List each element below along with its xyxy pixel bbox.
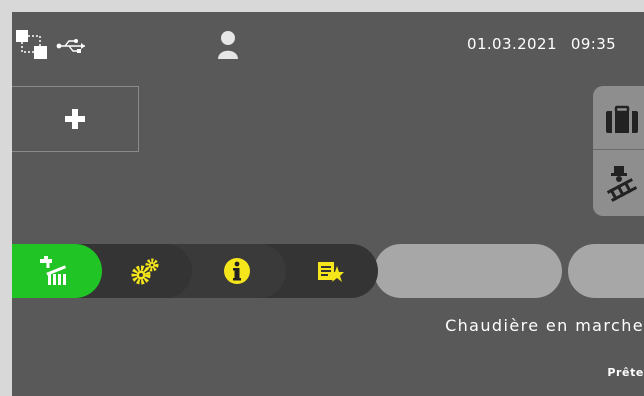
- chimney-sweep-icon: [606, 166, 638, 202]
- gears-icon: [131, 258, 159, 285]
- boiler-substatus: Prête: [607, 366, 644, 379]
- chimney-sweep-button[interactable]: [593, 151, 644, 215]
- status-pill-2: [568, 244, 644, 298]
- user-icon[interactable]: [217, 30, 239, 60]
- tab-heating[interactable]: [12, 244, 102, 298]
- quick-access-panel: [593, 86, 644, 216]
- info-icon: [224, 258, 250, 284]
- suitcase-icon: [606, 105, 638, 133]
- date-time: 01.03.2021 09:35: [467, 35, 616, 53]
- network-icon: [16, 30, 47, 59]
- time-label: 09:35: [570, 35, 617, 53]
- plus-icon: [65, 109, 85, 129]
- notes-star-icon: [318, 262, 344, 282]
- navigation-tabs: [12, 244, 644, 298]
- heating-tap-radiator-icon: [40, 256, 67, 285]
- device-screen: 01.03.2021 09:35 Chaudière en marche Prê…: [12, 12, 644, 396]
- service-case-button[interactable]: [593, 86, 644, 150]
- usb-icon: [56, 39, 85, 53]
- date-label: 01.03.2021: [467, 35, 557, 53]
- status-pill-1: [374, 244, 562, 298]
- boiler-status: Chaudière en marche: [445, 316, 644, 335]
- add-widget-button[interactable]: [12, 86, 139, 152]
